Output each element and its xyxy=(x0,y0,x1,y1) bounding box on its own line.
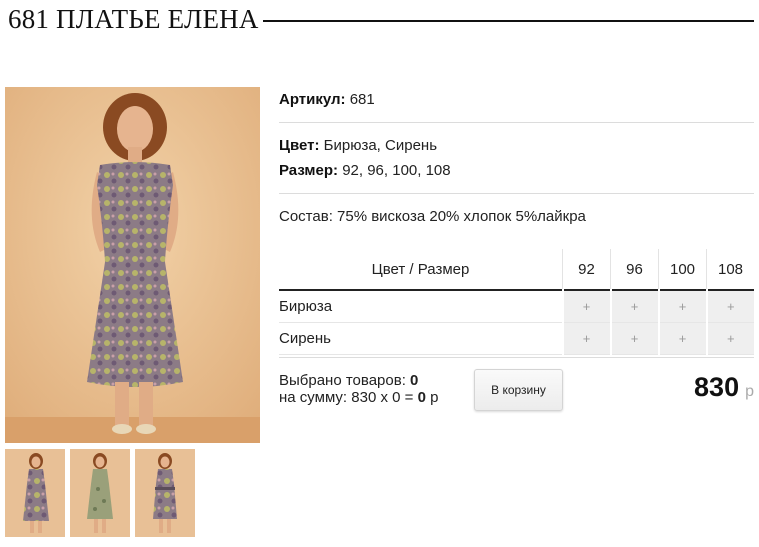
main-product-photo[interactable] xyxy=(5,87,260,443)
sum-label: на сумму: 830 х 0 = xyxy=(279,389,414,406)
thumbnail-1[interactable] xyxy=(5,449,65,537)
add-quantity-cell[interactable]: + xyxy=(609,290,659,323)
article-info: Артикул: 681 xyxy=(279,91,754,108)
sum-value: 0 xyxy=(417,389,426,406)
add-quantity-cell[interactable]: + xyxy=(705,322,754,355)
size-header-108: 108 xyxy=(706,249,754,290)
size-header-92: 92 xyxy=(562,249,611,290)
color-size-table: Цвет / Размер 92 96 100 108 Бирюза + + +… xyxy=(279,249,754,355)
size-info: Размер: 92, 96, 100, 108 xyxy=(279,162,754,179)
divider xyxy=(279,193,754,194)
table-header-row: Цвет / Размер 92 96 100 108 xyxy=(279,249,754,290)
add-quantity-cell[interactable]: + xyxy=(657,290,707,323)
add-quantity-cell[interactable]: + xyxy=(561,322,611,355)
page-title: 681 ПЛАТЬЕ ЕЛЕНА xyxy=(8,3,259,34)
color-value: Бирюза, Сирень xyxy=(323,137,438,154)
selected-label: Выбрано товаров: xyxy=(279,372,406,389)
size-header-100: 100 xyxy=(658,249,707,290)
price-value: 830 xyxy=(694,372,740,402)
article-label: Артикул: xyxy=(279,91,346,108)
add-quantity-cell[interactable]: + xyxy=(657,322,707,355)
color-label: Цвет: xyxy=(279,137,320,154)
order-summary: Выбрано товаров: 0 на сумму: 830 х 0 = 0… xyxy=(279,372,438,406)
color-size-header: Цвет / Размер xyxy=(371,260,470,278)
row-color-label: Бирюза xyxy=(279,298,333,315)
selected-count: 0 xyxy=(410,372,419,389)
article-value: 681 xyxy=(349,91,375,108)
composition: Состав: 75% вискоза 20% хлопок 5%лайкра xyxy=(279,208,586,225)
color-info: Цвет: Бирюза, Сирень xyxy=(279,137,754,154)
price-currency: р xyxy=(745,383,754,400)
divider xyxy=(279,357,754,358)
add-quantity-cell[interactable]: + xyxy=(561,290,611,323)
thumbnail-2[interactable] xyxy=(70,449,130,537)
size-label: Размер: xyxy=(279,162,339,179)
sum-currency: р xyxy=(430,389,439,406)
title-underline xyxy=(262,20,754,22)
add-to-cart-button[interactable]: В корзину xyxy=(474,369,563,411)
size-header-96: 96 xyxy=(610,249,659,290)
divider xyxy=(279,122,754,123)
product-price: 830 р xyxy=(694,372,754,403)
add-quantity-cell[interactable]: + xyxy=(609,322,659,355)
page-title-row: 681 ПЛАТЬЕ ЕЛЕНА xyxy=(8,2,754,36)
thumbnail-3[interactable] xyxy=(135,449,195,537)
size-value: 92, 96, 100, 108 xyxy=(342,162,451,179)
row-color-label: Сирень xyxy=(279,330,331,347)
table-row: Сирень + + + + xyxy=(279,322,754,355)
table-row: Бирюза + + + + xyxy=(279,290,754,323)
add-quantity-cell[interactable]: + xyxy=(705,290,754,323)
